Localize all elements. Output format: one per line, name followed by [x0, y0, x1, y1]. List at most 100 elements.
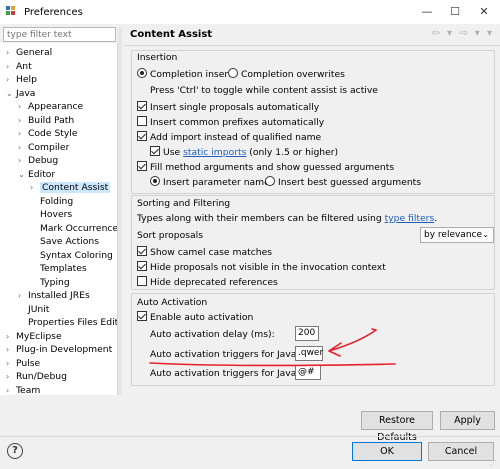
- collapsed-chevron-icon[interactable]: ›: [18, 127, 28, 140]
- radio-indicator[interactable]: [137, 68, 147, 78]
- tree-item[interactable]: Properties Files Edito: [18, 316, 117, 329]
- checkbox-label: Enable auto activation: [150, 312, 254, 323]
- collapsed-chevron-icon[interactable]: ›: [6, 73, 16, 86]
- tree-item-label: Content Assist: [40, 182, 111, 193]
- collapsed-chevron-icon[interactable]: ›: [6, 370, 16, 383]
- tree-item[interactable]: Syntax Coloring: [30, 249, 113, 262]
- collapsed-chevron-icon[interactable]: ›: [6, 46, 16, 59]
- checkbox-box[interactable]: [137, 311, 147, 321]
- checkbox-box[interactable]: [137, 131, 147, 141]
- collapsed-chevron-icon[interactable]: ›: [6, 384, 16, 395]
- tree-item[interactable]: › General: [6, 46, 52, 59]
- checkbox-label: Use: [163, 147, 181, 158]
- delay-input[interactable]: 200: [295, 326, 319, 341]
- java-triggers-input[interactable]: .qwer: [295, 346, 323, 361]
- ok-button[interactable]: OK: [352, 442, 422, 461]
- maximize-button[interactable]: ☐: [441, 0, 469, 24]
- collapsed-chevron-icon[interactable]: ›: [6, 330, 16, 343]
- tree-item[interactable]: › MyEclipse: [6, 330, 62, 343]
- tree-item[interactable]: Mark Occurrences: [30, 222, 117, 235]
- collapsed-chevron-icon[interactable]: ›: [18, 154, 28, 167]
- collapsed-chevron-icon[interactable]: ›: [6, 357, 16, 370]
- camel-case-checkbox[interactable]: Show camel case matches: [137, 246, 272, 259]
- tree-item[interactable]: ⌄ Java: [6, 87, 35, 100]
- checkbox-box[interactable]: [137, 276, 147, 286]
- insert-parameter-names-radio[interactable]: Insert parameter names: [150, 176, 275, 189]
- tree-item[interactable]: › Compiler: [18, 141, 69, 154]
- tree-item-label: Debug: [28, 155, 59, 166]
- collapsed-chevron-icon[interactable]: ›: [18, 114, 28, 127]
- collapsed-chevron-icon[interactable]: ›: [30, 181, 40, 194]
- type-filters-text: Types along with their members can be fi…: [137, 212, 437, 225]
- checkbox-box[interactable]: [137, 246, 147, 256]
- completion-overwrites-radio[interactable]: Completion overwrites: [228, 68, 345, 81]
- checkbox-label: Fill method arguments and show guessed a…: [150, 162, 395, 173]
- enable-auto-activation-checkbox[interactable]: Enable auto activation: [137, 311, 253, 324]
- tree-item[interactable]: › Run/Debug: [6, 370, 67, 383]
- use-static-imports-checkbox[interactable]: Use static imports (only 1.5 or higher): [150, 146, 338, 159]
- restore-defaults-button[interactable]: Restore Defaults: [361, 411, 433, 443]
- common-prefixes-checkbox[interactable]: Insert common prefixes automatically: [137, 116, 324, 129]
- sort-proposals-select[interactable]: by relevance ⌄: [420, 227, 494, 243]
- tree-item[interactable]: › Ant: [6, 60, 32, 73]
- tree-item-label: Run/Debug: [16, 371, 67, 382]
- filter-input[interactable]: [3, 27, 116, 42]
- collapsed-chevron-icon[interactable]: ›: [18, 100, 28, 113]
- resize-grip-icon[interactable]: ⋰: [490, 459, 497, 467]
- tree-item[interactable]: › Installed JREs: [18, 289, 90, 302]
- collapsed-chevron-icon[interactable]: ›: [18, 141, 28, 154]
- tree-item[interactable]: › Content Assist: [30, 181, 111, 194]
- radio-indicator[interactable]: [265, 176, 275, 186]
- tree-item[interactable]: › Debug: [18, 154, 58, 167]
- toggle-hint: Press 'Ctrl' to toggle while content ass…: [150, 85, 378, 96]
- footer-divider: [0, 436, 500, 437]
- checkbox-label: Hide proposals not visible in the invoca…: [150, 262, 386, 273]
- expanded-chevron-icon[interactable]: ⌄: [6, 87, 16, 100]
- tree-item[interactable]: Templates: [30, 262, 87, 275]
- checkbox-box[interactable]: [150, 146, 160, 156]
- checkbox-box[interactable]: [137, 161, 147, 171]
- single-proposals-checkbox[interactable]: Insert single proposals automatically: [137, 101, 319, 114]
- tree-item[interactable]: Save Actions: [30, 235, 99, 248]
- tree-item[interactable]: Folding: [30, 195, 73, 208]
- tree-item[interactable]: › Plug-in Development: [6, 343, 112, 356]
- tree-item[interactable]: › Pulse: [6, 357, 40, 370]
- collapsed-chevron-icon[interactable]: ›: [6, 343, 16, 356]
- checkbox-box[interactable]: [137, 101, 147, 111]
- fill-method-args-checkbox[interactable]: Fill method arguments and show guessed a…: [137, 161, 394, 174]
- collapsed-chevron-icon[interactable]: ›: [18, 289, 28, 302]
- add-import-checkbox[interactable]: Add import instead of qualified name: [137, 131, 321, 144]
- history-nav-buttons[interactable]: ⇦ ▾ ⇨ ▾ ▾: [431, 28, 494, 39]
- completion-inserts-radio[interactable]: Completion inserts: [137, 68, 237, 81]
- tree-scrollbar[interactable]: [118, 27, 122, 395]
- tree-item[interactable]: Typing: [30, 276, 70, 289]
- hide-deprecated-checkbox[interactable]: Hide deprecated references: [137, 276, 278, 289]
- javadoc-triggers-input[interactable]: @#: [295, 365, 321, 380]
- tree-item[interactable]: › Appearance: [18, 100, 83, 113]
- tree-item-label: Help: [16, 74, 37, 85]
- tree-item[interactable]: ⌄ Editor: [18, 168, 55, 181]
- close-button[interactable]: ✕: [470, 0, 498, 24]
- tree-item[interactable]: Hovers: [30, 208, 72, 221]
- tree-item[interactable]: JUnit: [18, 303, 49, 316]
- checkbox-box[interactable]: [137, 261, 147, 271]
- hide-not-visible-checkbox[interactable]: Hide proposals not visible in the invoca…: [137, 261, 386, 274]
- tree-item[interactable]: › Code Style: [18, 127, 78, 140]
- insert-best-guessed-radio[interactable]: Insert best guessed arguments: [265, 176, 421, 189]
- help-icon[interactable]: ?: [7, 443, 23, 459]
- expanded-chevron-icon[interactable]: ⌄: [18, 168, 28, 181]
- checkbox-box[interactable]: [137, 116, 147, 126]
- tree-item[interactable]: › Build Path: [18, 114, 74, 127]
- cancel-button[interactable]: Cancel: [428, 442, 494, 461]
- checkbox-label: Show camel case matches: [150, 247, 273, 258]
- type-filters-link[interactable]: type filters: [385, 213, 435, 224]
- tree-item-label: Templates: [40, 263, 87, 274]
- radio-indicator[interactable]: [150, 176, 160, 186]
- collapsed-chevron-icon[interactable]: ›: [6, 60, 16, 73]
- radio-indicator[interactable]: [228, 68, 238, 78]
- static-imports-link[interactable]: static imports: [183, 147, 246, 158]
- tree-item[interactable]: › Help: [6, 73, 37, 86]
- minimize-button[interactable]: —: [413, 0, 441, 24]
- tree-item[interactable]: › Team: [6, 384, 40, 395]
- apply-button[interactable]: Apply: [440, 411, 495, 430]
